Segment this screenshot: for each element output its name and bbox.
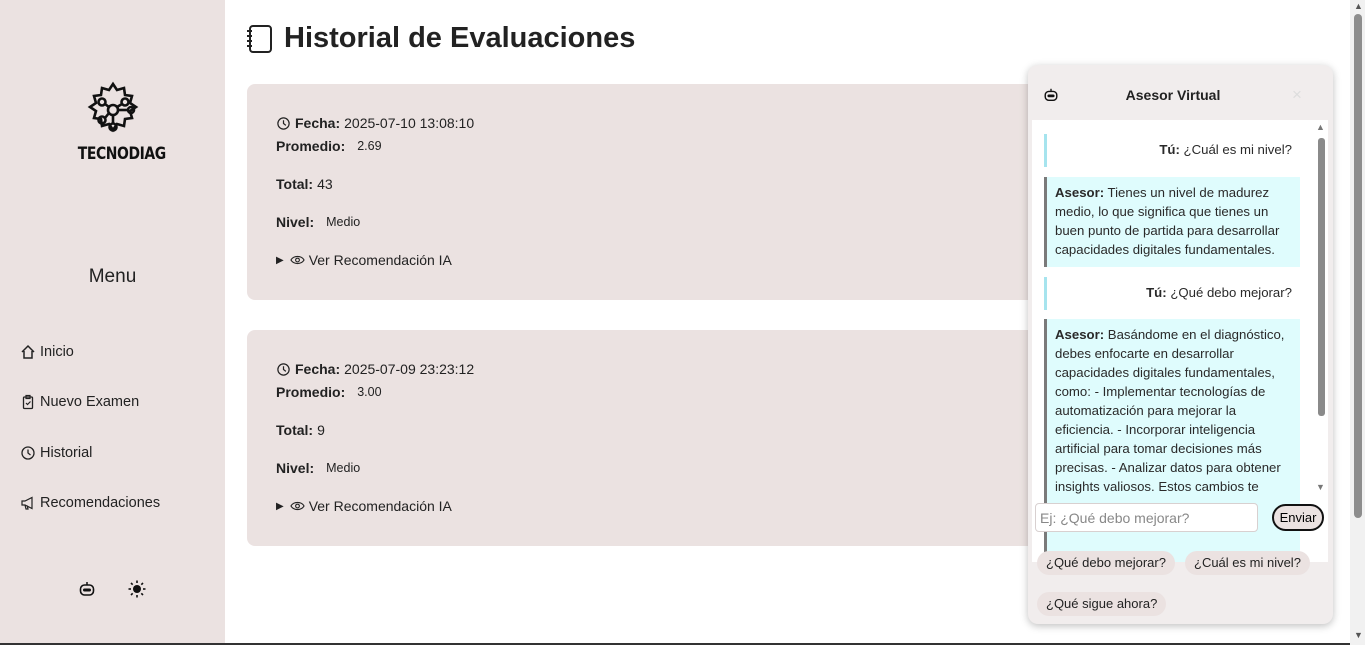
sidebar-item-recomendaciones[interactable]: Recomendaciones <box>20 495 160 511</box>
toggle-label: Ver Recomendación IA <box>308 252 452 268</box>
total-value: 43 <box>317 176 333 192</box>
message-speaker: Tú: <box>1159 142 1180 157</box>
toggle-label: Ver Recomendación IA <box>308 498 452 514</box>
theme-toggle-button[interactable] <box>126 578 148 600</box>
ver-recomendacion-toggle[interactable]: ▶ Ver Recomendación IA <box>276 498 452 514</box>
message-speaker: Asesor: <box>1055 185 1105 200</box>
sidebar-item-inicio[interactable]: Inicio <box>20 344 74 360</box>
promedio-value: 2.69 <box>357 139 382 153</box>
window-scrollbar[interactable]: ▲ ▼ <box>1350 0 1365 645</box>
scroll-up-icon[interactable]: ▲ <box>1354 1 1363 11</box>
sidebar-item-nuevo-examen[interactable]: Nuevo Examen <box>20 394 139 410</box>
nivel-label: Nivel: <box>276 460 315 476</box>
sidebar-item-label: Recomendaciones <box>40 495 161 511</box>
nivel-value: Medio <box>326 215 361 229</box>
ver-recomendacion-toggle[interactable]: ▶ Ver Recomendación IA <box>276 252 452 268</box>
gear-circuit-logo-icon <box>87 81 139 133</box>
chat-header: Asesor Virtual × <box>1028 65 1333 120</box>
chat-scrollbar-thumb[interactable] <box>1318 138 1325 416</box>
disclosure-triangle-icon: ▶ <box>276 254 284 266</box>
nivel-row: Nivel: Medio <box>276 214 360 230</box>
send-button[interactable]: Enviar <box>1272 504 1324 531</box>
message-speaker: Tú: <box>1146 285 1167 300</box>
sidebar-item-label: Nuevo Examen <box>40 394 140 410</box>
clipboard-icon <box>22 394 34 410</box>
fecha-row: Fecha: 2025-07-09 23:23:12 <box>276 361 474 377</box>
fecha-label: Fecha: <box>295 115 341 131</box>
clock-icon <box>277 362 290 376</box>
clock-icon <box>21 446 35 460</box>
chat-panel: Asesor Virtual × Tú: ¿Cuál es mi nivel? … <box>1028 65 1333 624</box>
menu-title: Menu <box>88 266 137 287</box>
promedio-row: Promedio: 3.00 <box>276 384 382 400</box>
logo-text: TECNODIAG <box>77 144 166 164</box>
total-label: Total: <box>276 176 314 192</box>
page-title: Historial de Evaluaciones <box>284 22 636 54</box>
promedio-label: Promedio: <box>276 138 346 154</box>
eye-icon <box>289 255 305 265</box>
suggestion-chip[interactable]: ¿Cuál es mi nivel? <box>1185 551 1310 575</box>
fecha-row: Fecha: 2025-07-10 13:08:10 <box>276 115 474 131</box>
assistant-toggle-button[interactable] <box>76 578 98 600</box>
suggestion-chip[interactable]: ¿Qué debo mejorar? <box>1037 551 1175 575</box>
home-icon <box>21 344 35 359</box>
page-header: Historial de Evaluaciones <box>246 22 635 55</box>
sidebar-item-historial[interactable]: Historial <box>20 445 92 461</box>
total-row: Total: 9 <box>276 422 325 438</box>
app-logo[interactable]: TECNODIAG <box>70 80 166 176</box>
scroll-up-icon[interactable]: ▲ <box>1316 122 1325 132</box>
chat-messages[interactable]: Tú: ¿Cuál es mi nivel? Asesor: Tienes un… <box>1032 120 1328 562</box>
total-row: Total: 43 <box>276 176 333 192</box>
chat-title: Asesor Virtual <box>1125 87 1221 103</box>
fecha-value: 2025-07-10 13:08:10 <box>344 115 475 131</box>
window-scrollbar-thumb[interactable] <box>1354 14 1362 518</box>
megaphone-icon <box>21 496 33 510</box>
user-message: Tú: ¿Cuál es mi nivel? <box>1044 134 1300 167</box>
scroll-down-icon[interactable]: ▼ <box>1316 482 1325 492</box>
promedio-label: Promedio: <box>276 384 346 400</box>
chat-input[interactable] <box>1035 503 1258 532</box>
nivel-value: Medio <box>326 461 361 475</box>
fecha-label: Fecha: <box>295 361 341 377</box>
notebook-icon <box>247 24 272 53</box>
sidebar-tools <box>76 578 148 600</box>
scroll-down-icon[interactable]: ▼ <box>1354 630 1363 640</box>
eye-icon <box>289 501 305 511</box>
message-speaker: Asesor: <box>1055 327 1105 342</box>
message-text: Basándome en el diagnóstico, debes enfoc… <box>1055 327 1285 494</box>
clock-icon <box>277 116 290 130</box>
user-message: Tú: ¿Qué debo mejorar? <box>1044 277 1300 310</box>
nivel-row: Nivel: Medio <box>276 460 360 476</box>
promedio-row: Promedio: 2.69 <box>276 138 382 154</box>
total-label: Total: <box>276 422 314 438</box>
disclosure-triangle-icon: ▶ <box>276 500 284 512</box>
suggestion-chip[interactable]: ¿Qué sigue ahora? <box>1037 592 1167 616</box>
close-icon[interactable]: × <box>1292 85 1302 105</box>
robot-icon <box>79 582 95 596</box>
sun-icon <box>128 580 146 598</box>
message-text: ¿Cuál es mi nivel? <box>1183 142 1292 157</box>
bot-message: Asesor: Tienes un nivel de madurez medio… <box>1044 177 1300 267</box>
nivel-label: Nivel: <box>276 214 315 230</box>
sidebar-item-label: Historial <box>40 445 93 461</box>
promedio-value: 3.00 <box>357 385 382 399</box>
chat-scrollbar[interactable]: ▲ ▼ <box>1314 120 1328 562</box>
sidebar: TECNODIAG Menu Inicio Nuevo Examen Histo… <box>0 0 225 645</box>
fecha-value: 2025-07-09 23:23:12 <box>344 361 475 377</box>
message-text: ¿Qué debo mejorar? <box>1170 285 1292 300</box>
sidebar-item-label: Inicio <box>40 344 74 360</box>
total-value: 9 <box>317 422 325 438</box>
